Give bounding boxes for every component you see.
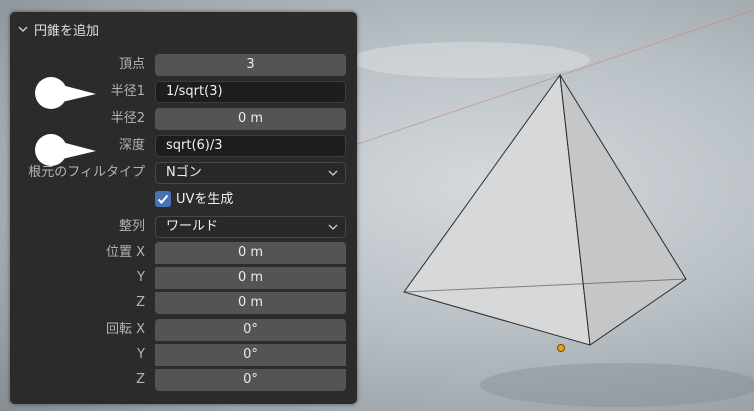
object-origin-dot xyxy=(557,344,565,352)
uv-row: UVを生成 xyxy=(10,188,357,212)
location-y-label: Y xyxy=(137,270,145,285)
base-fill-value: Nゴン xyxy=(166,165,202,180)
radius1-label: 半径1 xyxy=(110,84,145,99)
chevron-down-icon xyxy=(328,170,338,176)
location-x-row: 位置 X 0 m xyxy=(10,241,357,265)
add-cone-redo-panel: 円錐を追加 頂点 3 半径1 1/sqrt(3) 半径2 0 m 深度 sqrt… xyxy=(10,12,357,404)
location-z-field[interactable]: 0 m xyxy=(155,292,346,314)
rotation-x-field[interactable]: 0° xyxy=(155,319,346,341)
rotation-y-label: Y xyxy=(137,347,145,362)
location-y-field[interactable]: 0 m xyxy=(155,267,346,289)
rotation-z-field[interactable]: 0° xyxy=(155,369,346,391)
callout-pointer-icon xyxy=(35,77,96,109)
radius2-label: 半径2 xyxy=(110,111,145,126)
uv-checkbox[interactable] xyxy=(155,191,171,207)
vertices-field[interactable]: 3 xyxy=(155,54,346,76)
location-y-row: Y 0 m xyxy=(10,266,357,290)
rotation-z-row: Z 0° xyxy=(10,368,357,392)
align-select[interactable]: ワールド xyxy=(155,216,346,238)
location-x-field[interactable]: 0 m xyxy=(155,242,346,264)
location-x-label: 位置 X xyxy=(105,245,145,260)
align-label: 整列 xyxy=(118,219,145,234)
rotation-x-label: 回転 X xyxy=(105,322,145,337)
align-row: 整列 ワールド xyxy=(10,215,357,239)
radius1-input[interactable]: 1/sqrt(3) xyxy=(155,81,346,103)
rotation-y-row: Y 0° xyxy=(10,343,357,367)
rotation-x-row: 回転 X 0° xyxy=(10,318,357,342)
location-z-label: Z xyxy=(136,295,145,310)
location-z-row: Z 0 m xyxy=(10,291,357,315)
rotation-y-field[interactable]: 0° xyxy=(155,344,346,366)
rotation-z-label: Z xyxy=(136,372,145,387)
chevron-down-icon xyxy=(18,26,28,32)
chevron-down-icon xyxy=(328,224,338,230)
vertices-label: 頂点 xyxy=(118,57,145,72)
checkmark-icon xyxy=(157,194,169,204)
uv-label[interactable]: UVを生成 xyxy=(176,188,233,212)
panel-title: 円錐を追加 xyxy=(34,23,100,39)
base-fill-select[interactable]: Nゴン xyxy=(155,162,346,184)
depth-input[interactable]: sqrt(6)/3 xyxy=(155,135,346,157)
depth-label: 深度 xyxy=(118,138,145,153)
callout-pointer-icon xyxy=(35,134,96,166)
align-value: ワールド xyxy=(166,219,219,234)
panel-header[interactable]: 円錐を追加 xyxy=(16,20,100,39)
pyramid-mesh[interactable] xyxy=(403,73,687,346)
radius2-field[interactable]: 0 m xyxy=(155,108,346,130)
